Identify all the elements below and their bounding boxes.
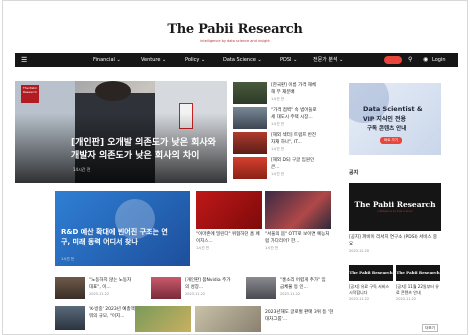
hero-date: 14시간 전 xyxy=(73,167,91,172)
side-news-title[interactable]: "가격 점벽" 속 범어들로 세 대도시 주택 시장... xyxy=(271,107,317,121)
side-news-title[interactable]: [해외 DS] 구글 임원인큰... xyxy=(271,157,317,171)
notice-main-text[interactable]: [공지] 파비이 리서치 연구소 (PDSI) 서비스 중요 2023.12.2… xyxy=(349,234,441,255)
notice-small-title[interactable]: [공지] 유료 구독 서비스 시작합니다 xyxy=(349,284,393,296)
side-news-title[interactable]: [해외 섹터] 트럼프 반전자재 하나", IT... xyxy=(271,132,317,146)
bottom-news-thumb xyxy=(246,277,276,299)
bottom-news-item[interactable]: 'K-방중' 2023년 예총액 뭐의 규모, "이지... xyxy=(55,306,139,330)
notice-main-date: 2023.12.20 xyxy=(349,249,370,253)
mid-article-title[interactable]: "이마존에 밀린다" 위협하던 홈 페이지스... xyxy=(196,231,262,245)
nav-item-venture[interactable]: Venture ⌄ xyxy=(141,53,166,67)
bottom-news-item[interactable]: "홍소리 어렵게 추가" 임금체불 등 인... 2023.11.22 xyxy=(246,277,326,299)
mid-article-thumb xyxy=(265,191,331,229)
more-button[interactable]: 더보기 xyxy=(422,324,438,332)
main-nav: ☰ Financial ⌄ Venture ⌄ Policy ⌄ Data Sc… xyxy=(15,53,458,67)
ad-button[interactable]: 바로 가기 xyxy=(380,137,402,144)
side-news-thumb xyxy=(233,82,267,104)
side-news-item[interactable]: [해외 DS] 구글 임원인큰... 1시간 전 xyxy=(233,157,317,179)
bottom-news-title[interactable]: 'K-방중' 2023년 예총액 뭐의 규모, "이지... xyxy=(89,306,139,320)
mid-article-card[interactable]: "이마존에 밀린다" 위협하던 홈 페이지스... 1시간 전 xyxy=(196,191,262,266)
bottom-news-item[interactable]: "노동하지 않는 노동자 대표", 이... 2023.11.22 xyxy=(55,277,135,299)
rd-article-card[interactable]: R&D 예산 확대에 빈어진 구조는 연구, 미래 동력 어디서 찾나 1시간 … xyxy=(55,191,190,266)
bottom-news-title[interactable]: [개인판] 몸Nvidia 주가의 성장... xyxy=(185,277,231,291)
bottom-news-title[interactable]: 2023년해도 글로벌 판매 3위 등 '현대차그룹'... xyxy=(265,309,335,323)
side-news-date: 1시간 전 xyxy=(271,97,284,101)
subscribe-button[interactable] xyxy=(384,56,402,64)
side-news-thumb xyxy=(233,132,267,154)
rd-article-title[interactable]: R&D 예산 확대에 빈어진 구조는 연구, 미래 동력 어디서 찾나 xyxy=(61,227,171,247)
notice-heading: 공지 xyxy=(349,170,359,176)
mid-article-date: 1시간 전 xyxy=(265,246,278,250)
bottom-news-date: 2023.11.22 xyxy=(280,292,301,296)
bottom-news-date: 2023.11.22 xyxy=(185,292,206,296)
nav-item-data-science[interactable]: Data Science ⌄ xyxy=(223,53,262,67)
subscription-ad-banner[interactable]: Data Scientist & VIP 지식인 전용 구독 콘텐츠 안내 바로… xyxy=(349,83,441,155)
notice-logo: The Pabii Research xyxy=(354,200,436,209)
bottom-news-title[interactable]: "노동하지 않는 노동자 대표", 이... xyxy=(89,277,135,291)
bottom-news-thumb xyxy=(55,306,85,330)
side-news-date: 1시간 전 xyxy=(271,122,284,126)
nav-item-policy[interactable]: Policy ⌄ xyxy=(185,53,205,67)
bottom-news-date: 2023.11.22 xyxy=(89,292,110,296)
notice-small-thumb[interactable]: The Pabii Research xyxy=(396,265,440,281)
notice-small-item[interactable]: [공지] 11월 22일부터 유료 콘텐츠 안내 2023.11.22 xyxy=(396,284,440,302)
notice-main-thumb[interactable]: The Pabii Research intelligence by data … xyxy=(349,183,441,231)
user-icon[interactable]: ◉ xyxy=(423,53,428,67)
hero-title[interactable]: [개인판] 오개발 의존도가 낮은 회사와 개발자 의존도가 낮은 회사의 차이 xyxy=(71,137,221,163)
hero-badge: The Pabii Research xyxy=(21,85,39,103)
bottom-news-item[interactable]: [개인판] 몸Nvidia 주가의 성장... 2023.11.22 xyxy=(151,277,231,299)
bottom-news-thumb xyxy=(151,277,181,299)
page: The Pabii Research intelligence by data … xyxy=(2,0,468,335)
nav-item-expert-analysis[interactable]: 전문가 분석 ⌄ xyxy=(313,53,343,67)
notice-small-date: 2023.11.22 xyxy=(396,297,417,301)
side-news-item[interactable]: [해외 섹터] 트럼프 반전자재 하나", IT... 1시간 전 xyxy=(233,132,317,154)
notice-small-date: 2023.11.22 xyxy=(349,297,370,301)
side-news-thumb xyxy=(233,157,267,179)
bottom-news-thumb xyxy=(55,277,85,299)
rd-article-date: 1시간 전 xyxy=(61,257,74,261)
search-icon[interactable]: ⚲ xyxy=(408,53,412,67)
ad-line2: VIP 지식인 전용 xyxy=(363,116,407,123)
hero-image-head xyxy=(95,81,131,101)
ad-line3: 구독 콘텐츠 안내 xyxy=(367,126,407,132)
mid-article-thumb xyxy=(196,191,262,229)
mid-article-card[interactable]: "서울의 봄" OTT로 보이면 예능처럼 가다리어? 한... 1시간 전 xyxy=(265,191,331,266)
notice-main-title[interactable]: [공지] 파비이 리서치 연구소 (PDSI) 서비스 중요 xyxy=(349,234,441,248)
mid-article-title[interactable]: "서울의 봄" OTT로 보이면 예능처럼 가다리어? 한... xyxy=(265,231,331,245)
notice-small-thumb[interactable]: The Pabii Research xyxy=(349,265,393,281)
nav-item-pdsi[interactable]: PDSI ⌄ xyxy=(280,53,297,67)
notice-small-item[interactable]: [공지] 유료 구독 서비스 시작합니다 2023.11.22 xyxy=(349,284,393,302)
side-news-title[interactable]: [한국판] 이름 가격 해체해 부 재분배 xyxy=(271,82,317,96)
side-news-item[interactable]: "가격 점벽" 속 범어들로 세 대도시 주택 시장... 1시간 전 xyxy=(233,107,317,129)
login-link[interactable]: Login xyxy=(432,53,446,67)
bottom-news-title[interactable]: "홍소리 어렵게 추가" 임금체불 등 인... xyxy=(280,277,326,291)
side-news-thumb xyxy=(233,107,267,129)
notice-sublogo: intelligence by data science xyxy=(377,210,413,213)
side-news-date: 1시간 전 xyxy=(271,147,284,151)
nav-item-financial[interactable]: Financial ⌄ xyxy=(93,53,121,67)
notice-small-title[interactable]: [공지] 11월 22일부터 유료 콘텐츠 안내 xyxy=(396,284,440,296)
hero-article[interactable]: The Pabii Research [개인판] 오개발 의존도가 낮은 회사와… xyxy=(15,81,227,183)
mid-article-date: 1시간 전 xyxy=(196,246,209,250)
bottom-news-thumb[interactable] xyxy=(135,306,191,332)
site-logo[interactable]: The Pabii Research xyxy=(3,22,467,37)
ad-line1: Data Scientist & xyxy=(363,105,423,113)
site-tagline: intelligence by data science and insight xyxy=(200,39,270,43)
menu-icon[interactable]: ☰ xyxy=(21,53,27,67)
side-news-date: 1시간 전 xyxy=(271,172,284,176)
bottom-news-thumb[interactable] xyxy=(195,306,261,332)
side-news-item[interactable]: [한국판] 이름 가격 해체해 부 재분배 1시간 전 xyxy=(233,82,317,104)
